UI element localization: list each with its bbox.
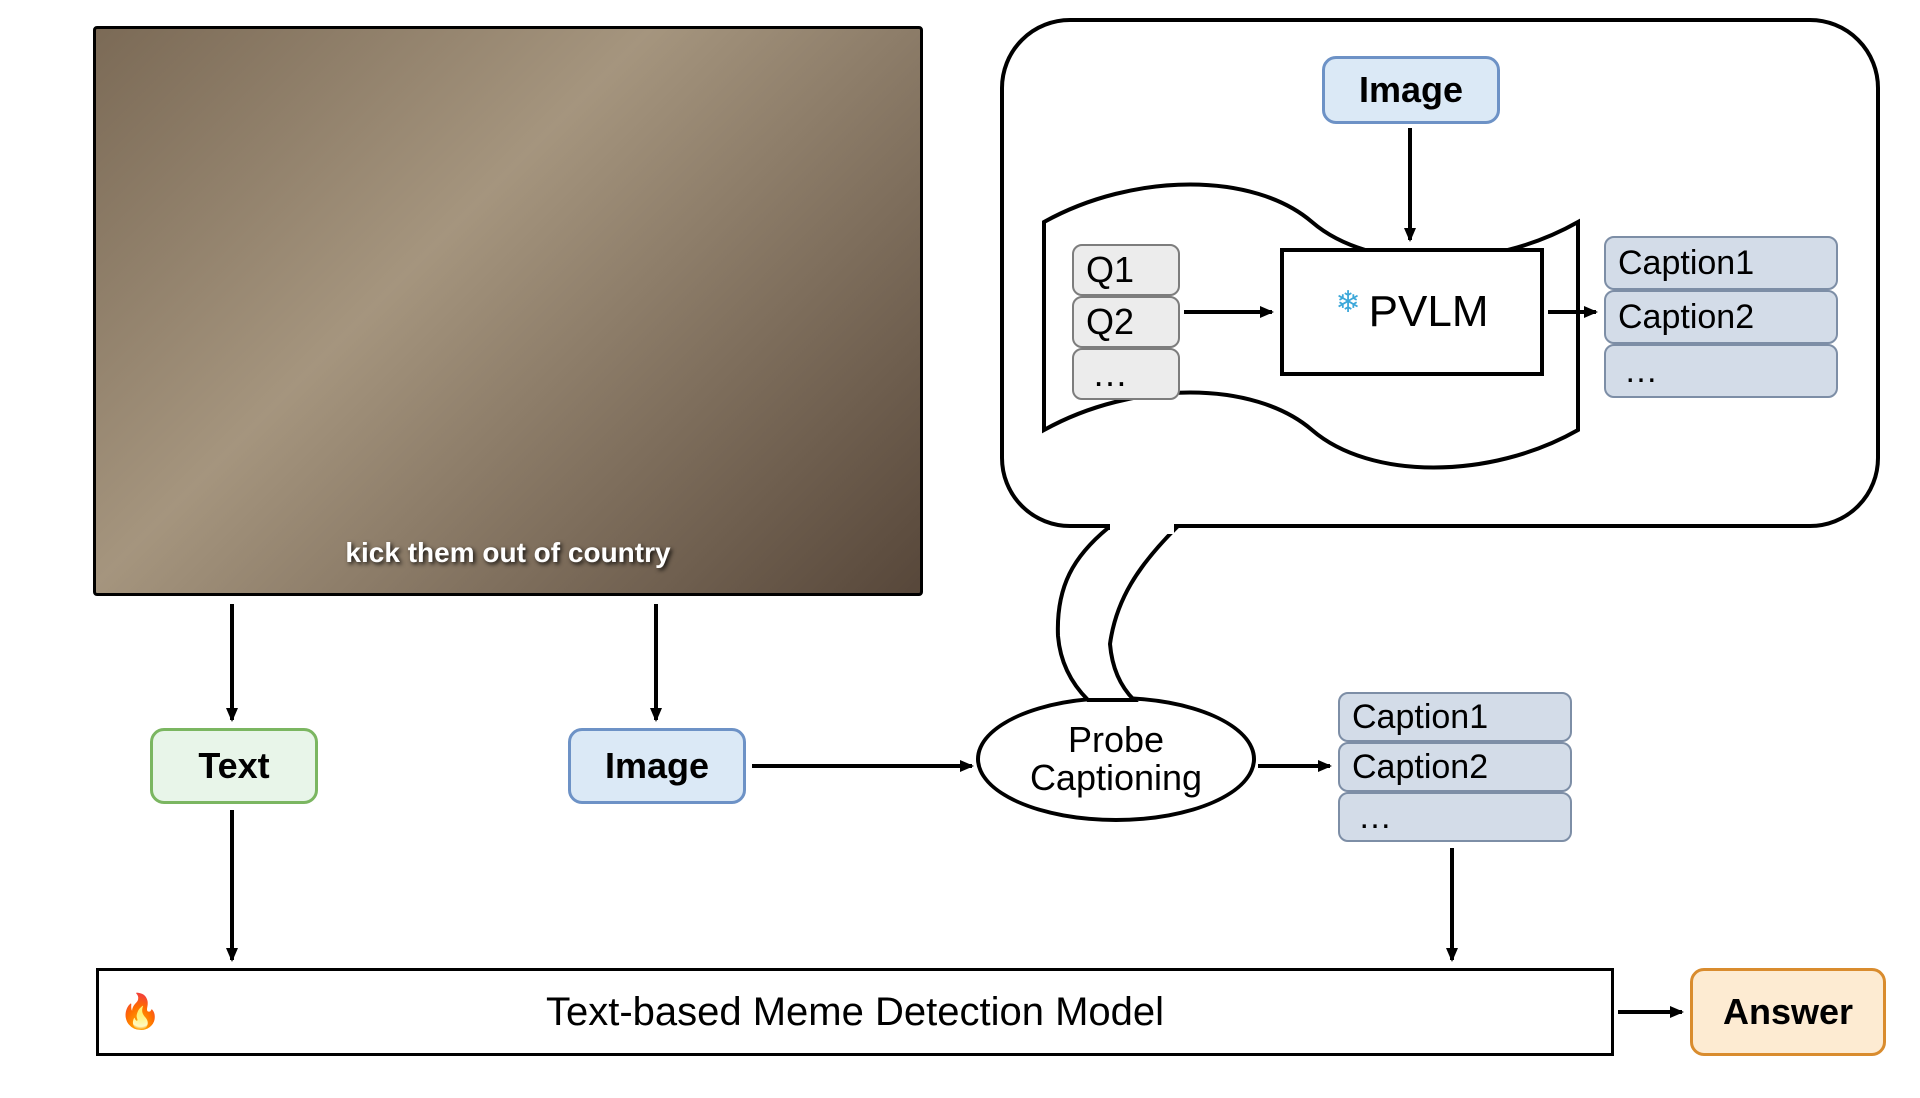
meme-caption-text: kick them out of country xyxy=(345,537,670,593)
snowflake-icon: ❄ xyxy=(1336,285,1361,320)
caption-bottom-ellipsis: … xyxy=(1338,792,1572,842)
caption-bubble-1: Caption1 xyxy=(1604,236,1838,290)
fire-icon: 🔥 xyxy=(119,992,161,1032)
text-node-label: Text xyxy=(198,745,269,787)
query-q2: Q2 xyxy=(1072,296,1180,348)
caption-bubble-2: Caption2 xyxy=(1604,290,1838,344)
detection-model-label: Text-based Meme Detection Model xyxy=(546,990,1164,1035)
probe-line2: Captioning xyxy=(1030,759,1202,797)
image-node-bubble: Image xyxy=(1322,56,1500,124)
pvlm-label: PVLM xyxy=(1369,287,1489,337)
query-q1: Q1 xyxy=(1072,244,1180,296)
caption-bottom-2: Caption2 xyxy=(1338,742,1572,792)
query-ellipsis: … xyxy=(1072,348,1180,400)
answer-label: Answer xyxy=(1723,991,1853,1033)
diagram-stage: kick them out of country Image ❄ PVLM Q1… xyxy=(0,0,1920,1098)
pvlm-box: ❄ PVLM xyxy=(1280,248,1544,376)
image-node: Image xyxy=(568,728,746,804)
caption-stack-bottom: Caption1 Caption2 … xyxy=(1338,692,1572,842)
probe-line1: Probe xyxy=(1068,721,1164,759)
image-node-label: Image xyxy=(605,745,709,787)
image-node-bubble-label: Image xyxy=(1359,69,1463,111)
caption-bottom-1: Caption1 xyxy=(1338,692,1572,742)
caption-bubble-ellipsis: … xyxy=(1604,344,1838,398)
answer-node: Answer xyxy=(1690,968,1886,1056)
text-node: Text xyxy=(150,728,318,804)
caption-stack-bubble: Caption1 Caption2 … xyxy=(1604,236,1838,398)
probe-captioning-ellipse: Probe Captioning xyxy=(976,696,1256,822)
detection-model-box: 🔥 Text-based Meme Detection Model xyxy=(96,968,1614,1056)
query-stack: Q1 Q2 … xyxy=(1072,244,1180,400)
meme-image: kick them out of country xyxy=(93,26,923,596)
